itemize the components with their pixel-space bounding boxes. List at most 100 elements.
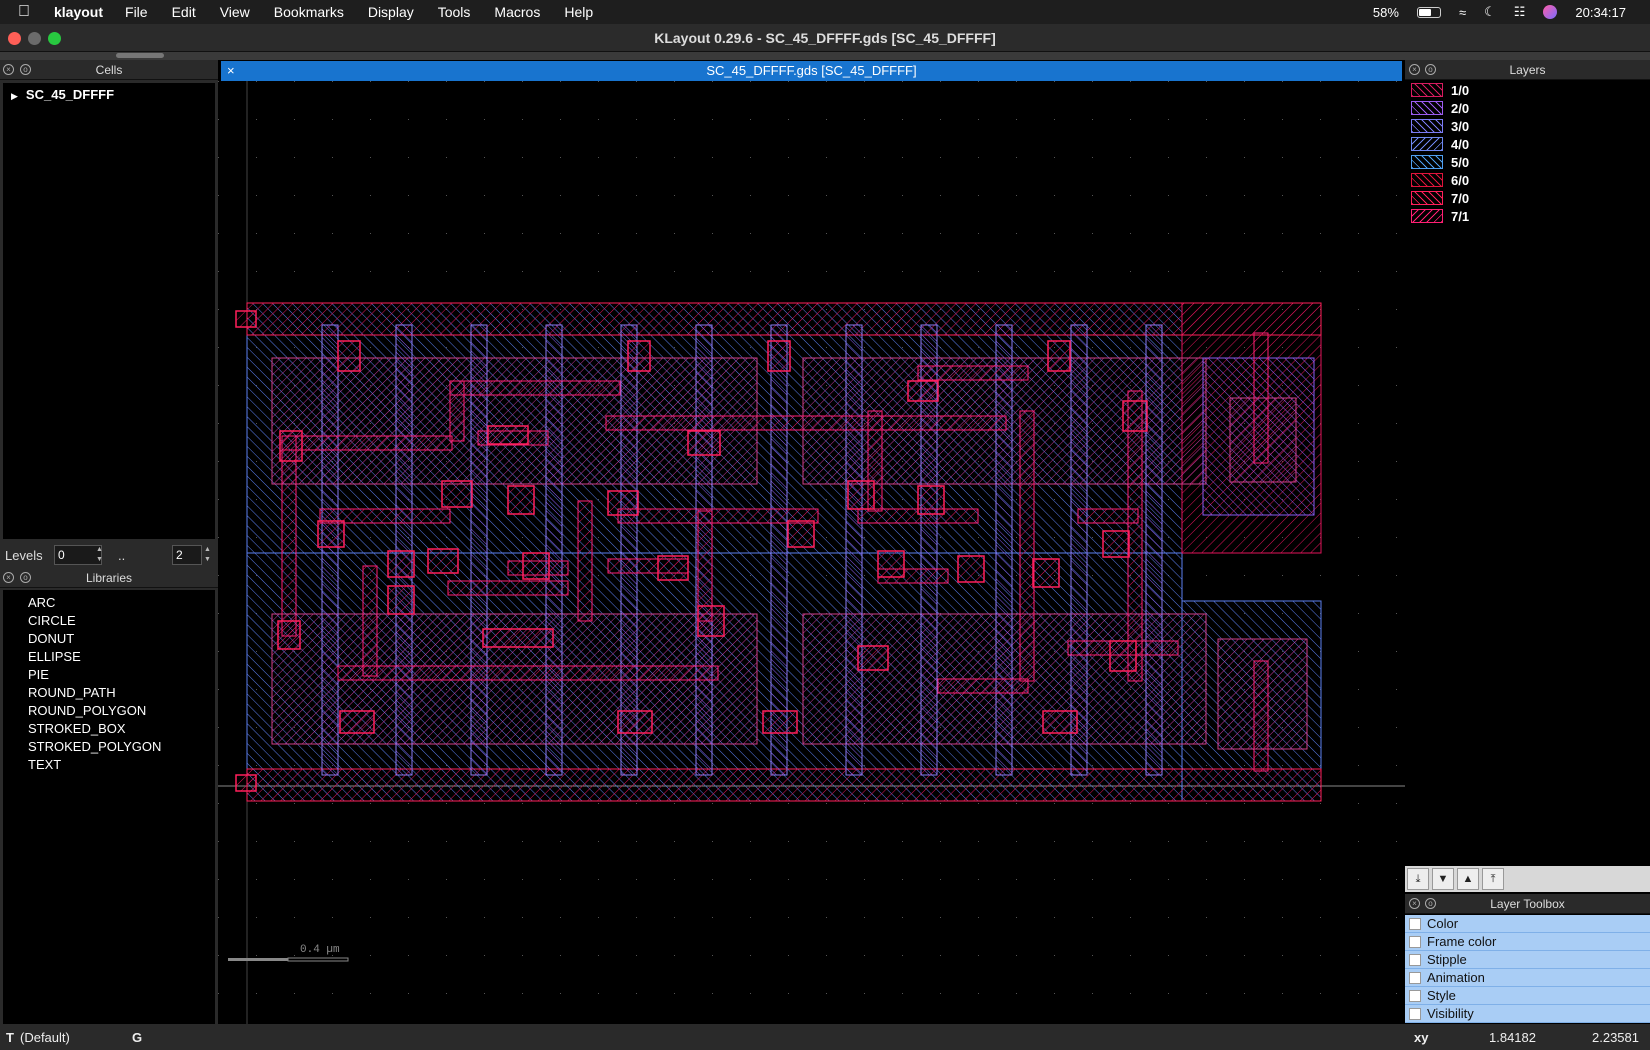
layers-float-icon[interactable]: o — [1425, 64, 1436, 75]
status-bar: T (Default) G xy 1.84182 2.23581 — [0, 1024, 1650, 1050]
menu-display[interactable]: Display — [368, 4, 414, 20]
layer-list[interactable]: 1/0 2/0 3/0 4/0 5/0 6/0 7/0 7/1 — [1405, 82, 1650, 862]
levels-row: Levels 0 ▲ ▼ .. 2 ▲ ▼ — [0, 542, 218, 568]
layer-name: 5/0 — [1451, 154, 1470, 170]
control-center-icon[interactable]: ☷ — [1514, 4, 1526, 20]
library-item[interactable]: STROKED_BOX — [3, 720, 215, 738]
expand-triangle-icon[interactable]: ▶ — [11, 91, 18, 101]
layer-order-toolbar: ⤓ ▼ ▲ ⤒ — [1405, 866, 1650, 892]
toolbox-stipple[interactable]: Stipple — [1405, 951, 1650, 969]
library-item[interactable]: STROKED_POLYGON — [3, 738, 215, 756]
layer-name: 6/0 — [1451, 172, 1470, 188]
library-item[interactable]: PIE — [3, 666, 215, 684]
libraries-panel-header: × o Libraries — [0, 568, 218, 588]
toolbox-close-icon[interactable]: × — [1409, 898, 1420, 909]
toolbox-animation[interactable]: Animation — [1405, 969, 1650, 987]
cell-tree[interactable]: ▶ SC_45_DFFFF — [3, 83, 215, 539]
toolbox-style[interactable]: Style — [1405, 987, 1650, 1005]
levels-from-stepper-icon[interactable]: ▲ ▼ — [96, 545, 106, 565]
layer-swatch — [1411, 83, 1443, 97]
library-item[interactable]: CIRCLE — [3, 612, 215, 630]
levels-from-input[interactable]: 0 — [54, 545, 102, 565]
window-close-button[interactable] — [8, 32, 21, 45]
libraries-close-icon[interactable]: × — [3, 572, 14, 583]
cell-tree-item[interactable]: ▶ SC_45_DFFFF — [3, 87, 215, 102]
layer-item[interactable]: 1/0 — [1411, 82, 1469, 98]
libraries-panel-title: Libraries — [85, 571, 133, 585]
move-down-icon[interactable]: ▼ — [1432, 868, 1454, 890]
toolbar-strip — [0, 52, 1650, 60]
status-mode: T — [6, 1030, 14, 1045]
library-item[interactable]: ROUND_PATH — [3, 684, 215, 702]
app-menu[interactable]: klayout — [54, 4, 103, 20]
apple-icon[interactable]:  — [18, 3, 38, 21]
expand-checkbox[interactable] — [1409, 971, 1421, 984]
library-item[interactable]: ARC — [3, 594, 215, 612]
expand-checkbox[interactable] — [1409, 935, 1421, 948]
layer-item[interactable]: 7/1 — [1411, 208, 1469, 224]
expand-checkbox[interactable] — [1409, 917, 1421, 930]
cell-name: SC_45_DFFFF — [25, 87, 115, 102]
move-to-bottom-icon[interactable]: ⤓ — [1407, 868, 1429, 890]
menu-tools[interactable]: Tools — [438, 4, 471, 20]
menu-macros[interactable]: Macros — [494, 4, 540, 20]
toolbox-visibility[interactable]: Visibility — [1405, 1005, 1650, 1023]
toolbox-float-icon[interactable]: o — [1425, 898, 1436, 909]
layer-swatch — [1411, 173, 1443, 187]
window-zoom-button[interactable] — [48, 32, 61, 45]
layers-close-icon[interactable]: × — [1409, 64, 1420, 75]
cells-float-icon[interactable]: o — [20, 64, 31, 75]
layer-item[interactable]: 3/0 — [1411, 118, 1469, 134]
toolbox-item-label: Color — [1427, 916, 1459, 931]
menu-bookmarks[interactable]: Bookmarks — [274, 4, 344, 20]
levels-label: Levels — [5, 548, 43, 563]
siri-icon[interactable] — [1543, 5, 1558, 19]
toolbar-scroll-thumb[interactable] — [116, 53, 164, 58]
menu-view[interactable]: View — [220, 4, 250, 20]
layout-canvas[interactable]: 0.4 µm — [218, 81, 1405, 1024]
left-dock: × o Cells ▶ SC_45_DFFFF Levels 0 ▲ ▼ .. 2 … — [0, 60, 218, 1024]
toolbox-frame-color[interactable]: Frame color — [1405, 933, 1650, 951]
menu-edit[interactable]: Edit — [172, 4, 196, 20]
libraries-float-icon[interactable]: o — [20, 572, 31, 583]
menubar-clock[interactable]: 20:34:17 — [1575, 5, 1626, 20]
battery-icon[interactable] — [1416, 6, 1441, 18]
layer-item[interactable]: 4/0 — [1411, 136, 1469, 152]
layer-item[interactable]: 2/0 — [1411, 100, 1469, 116]
window-titlebar: KLayout 0.29.6 - SC_45_DFFFF.gds [SC_45_… — [0, 24, 1650, 52]
layer-item[interactable]: 5/0 — [1411, 154, 1469, 170]
toolbox-item-label: Frame color — [1427, 934, 1497, 949]
toolbox-color[interactable]: Color — [1405, 915, 1650, 933]
cells-close-icon[interactable]: × — [3, 64, 14, 75]
levels-to-input[interactable]: 2 — [172, 545, 202, 565]
move-up-icon[interactable]: ▲ — [1457, 868, 1479, 890]
status-y-coord: 2.23581 — [1592, 1030, 1639, 1045]
expand-checkbox[interactable] — [1409, 953, 1421, 966]
expand-checkbox[interactable] — [1409, 1007, 1421, 1020]
library-list[interactable]: ARC CIRCLE DONUT ELLIPSE PIE ROUND_PATH … — [3, 590, 215, 1024]
library-item[interactable]: DONUT — [3, 630, 215, 648]
cells-panel-title: Cells — [95, 63, 123, 77]
wifi-icon[interactable]: ≈ — [1459, 5, 1466, 20]
layout-drawing[interactable]: 0.4 µm — [218, 81, 1405, 1024]
layer-item[interactable]: 7/0 — [1411, 190, 1469, 206]
layer-item[interactable]: 6/0 — [1411, 172, 1469, 188]
expand-checkbox[interactable] — [1409, 989, 1421, 1002]
layer-toolbox: Color Frame color Stipple Animation Styl… — [1405, 915, 1650, 1024]
scale-bar-light — [287, 957, 349, 962]
tab-close-icon[interactable]: × — [227, 61, 235, 81]
layer-swatch — [1411, 137, 1443, 151]
window-title: KLayout 0.29.6 - SC_45_DFFFF.gds [SC_45_… — [654, 30, 996, 46]
library-item[interactable]: ELLIPSE — [3, 648, 215, 666]
focus-moon-icon[interactable]: ☾ — [1484, 4, 1496, 20]
layout-view-tab[interactable]: × SC_45_DFFFF.gds [SC_45_DFFFF] — [221, 61, 1402, 81]
menu-help[interactable]: Help — [564, 4, 593, 20]
library-item[interactable]: ROUND_POLYGON — [3, 702, 215, 720]
move-to-top-icon[interactable]: ⤒ — [1482, 868, 1504, 890]
window-minimize-button[interactable] — [28, 32, 41, 45]
levels-to-stepper-icon[interactable]: ▲ ▼ — [204, 545, 214, 565]
library-item[interactable]: TEXT — [3, 756, 215, 774]
layer-name: 7/1 — [1451, 208, 1470, 224]
menu-file[interactable]: File — [125, 4, 148, 20]
toolbox-item-label: Visibility — [1427, 1006, 1474, 1021]
